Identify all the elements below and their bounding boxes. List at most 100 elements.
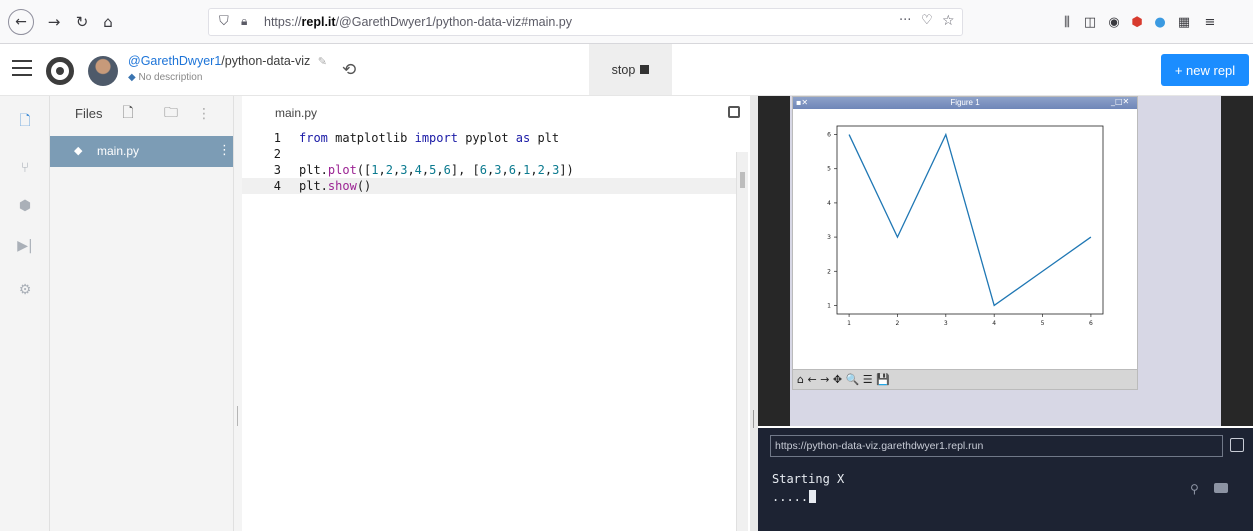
console-pane[interactable]: https://python-data-viz.garethdwyer1.rep… — [758, 428, 1253, 531]
packages-icon[interactable]: ⬢ — [17, 198, 33, 214]
code-token: 2 — [537, 163, 545, 177]
code-token: plt. — [299, 179, 328, 193]
code-area[interactable]: 1 from matplotlib import pyplot as plt 2 3 p… — [242, 130, 736, 531]
scroll-thumb[interactable] — [740, 172, 745, 188]
y-tick-label: 5 — [827, 166, 831, 173]
code-token: import — [414, 131, 458, 145]
file-item-main-py[interactable]: ◆ main.py ⋮ — [50, 136, 233, 167]
pane-splitter[interactable] — [750, 96, 758, 531]
url-text[interactable]: https://repl.it/@GarethDwyer1/python-dat… — [264, 15, 572, 29]
menu-icon[interactable]: ≡ — [1200, 12, 1220, 32]
code-text: plt.show() — [299, 178, 371, 194]
code-token: 6 — [508, 163, 516, 177]
edit-pencil-icon[interactable]: ✎ — [318, 56, 327, 68]
pane-splitter[interactable] — [234, 96, 242, 531]
webview-url[interactable]: https://python-data-viz.garethdwyer1.rep… — [770, 435, 1223, 457]
browser-toolbar: ← → ↻ ⌂ ⛉ 🔒︎ https://repl.it/@GarethDwye… — [0, 0, 1253, 44]
add-file-icon[interactable]: 🗋︎ — [119, 105, 137, 123]
code-token: 1 — [371, 163, 379, 177]
stop-button[interactable]: stop — [589, 44, 672, 95]
file-name: main.py — [97, 144, 140, 158]
extension-icon[interactable]: ● — [1150, 12, 1170, 32]
pocket-icon[interactable]: ♡ — [921, 13, 933, 28]
code-line[interactable]: 1 from matplotlib import pyplot as plt — [242, 130, 736, 146]
line-number: 3 — [273, 163, 281, 177]
stop-label: stop — [611, 62, 636, 77]
code-token: pyplot — [457, 131, 516, 145]
code-editor[interactable]: main.py 1 from matplotlib import pyplot a… — [242, 96, 750, 531]
settings-gear-icon[interactable]: ⚙ — [17, 282, 33, 298]
clear-console-icon[interactable] — [1214, 483, 1228, 493]
y-tick-label: 6 — [827, 132, 831, 139]
code-token: , — [530, 163, 538, 177]
avatar[interactable] — [88, 56, 118, 86]
files-more-icon[interactable]: ⋮ — [195, 105, 213, 123]
code-token: 2 — [385, 163, 393, 177]
debugger-icon[interactable]: ▶| — [17, 238, 33, 254]
version-control-icon[interactable]: ⑂ — [17, 160, 33, 176]
page-actions-icon[interactable]: ··· — [899, 13, 911, 28]
figure-toolbar[interactable]: ⌂ ← → ✥ 🔍 ☰ 💾 — [793, 369, 1137, 389]
add-folder-icon[interactable]: 🗀︎ — [162, 105, 180, 123]
x-tick-label: 5 — [1041, 320, 1045, 327]
stop-square-icon — [640, 65, 650, 74]
history-icon[interactable]: ⟲ — [342, 60, 362, 80]
python-icon: ◆ — [128, 72, 136, 83]
replit-logo[interactable] — [46, 57, 74, 85]
x-tick-label: 4 — [992, 320, 996, 327]
code-token: plt. — [299, 163, 328, 177]
search-icon[interactable]: ⚲ — [1190, 482, 1199, 496]
app-header: @GarethDwyer1/python-data-viz ✎ ◆ No des… — [0, 44, 1253, 96]
x-tick-label: 3 — [944, 320, 948, 327]
output-display[interactable]: ▪✕ Figure 1 _□✕ 1 2 3 4 5 6 1 2 3 4 5 6 ⌂ ← → ✥ 🔍 ☰… — [758, 96, 1253, 426]
code-line[interactable]: 2 — [242, 146, 736, 162]
code-line[interactable]: 4 plt.show() — [242, 178, 736, 194]
repl-owner-link[interactable]: @GarethDwyer1 — [128, 54, 221, 68]
code-token: plot — [327, 163, 357, 177]
home-icon[interactable]: ⌂ — [96, 10, 120, 34]
line-number: 4 — [273, 179, 281, 193]
code-token: ], [ — [450, 163, 480, 177]
x-tick-label: 6 — [1089, 320, 1093, 327]
forward-arrow-icon[interactable]: → — [42, 10, 66, 34]
line-number: 1 — [273, 131, 281, 145]
figure-window[interactable]: ▪✕ Figure 1 _□✕ 1 2 3 4 5 6 1 2 3 4 5 6 ⌂ ← → ✥ 🔍 ☰… — [792, 96, 1138, 390]
url-bar[interactable]: ⛉ 🔒︎ https://repl.it/@GarethDwyer1/pytho… — [208, 8, 963, 36]
files-icon[interactable]: 🗋︎ — [17, 113, 33, 130]
new-repl-button[interactable]: + new repl — [1161, 54, 1249, 86]
code-token: () — [356, 179, 372, 193]
ublock-icon[interactable]: ⬢ — [1127, 12, 1147, 32]
editor-scrollbar[interactable] — [736, 152, 748, 531]
code-token: matplotlib — [327, 131, 415, 145]
repl-name[interactable]: /python-data-viz — [221, 54, 310, 68]
sidebar-icon[interactable]: ◫ — [1080, 12, 1100, 32]
code-token: , — [407, 163, 415, 177]
code-token: ([ — [356, 163, 372, 177]
window-controls-icon[interactable]: _□✕ — [1111, 97, 1129, 106]
bookmark-star-icon[interactable]: ☆ — [942, 13, 955, 29]
code-token: , — [378, 163, 386, 177]
back-arrow-icon[interactable]: ← — [8, 9, 34, 35]
file-menu-icon[interactable]: ⋮ — [218, 143, 231, 158]
editor-tab[interactable]: main.py — [275, 106, 317, 120]
code-token: , — [544, 163, 553, 177]
reload-icon[interactable]: ↻ — [70, 10, 94, 34]
open-in-new-tab-icon[interactable] — [1230, 438, 1244, 452]
hamburger-menu-icon[interactable] — [12, 60, 34, 78]
code-line[interactable]: 3 plt.plot([1,2,3,4,5,6], [6,3,6,1,2,3]) — [242, 162, 736, 178]
display-background — [1221, 96, 1253, 426]
extensions-grid-icon[interactable]: ▦ — [1174, 12, 1194, 32]
account-icon[interactable]: ◉ — [1104, 12, 1124, 32]
line-chart: 1 2 3 4 5 6 1 2 3 4 5 6 — [827, 125, 1104, 327]
code-token: , — [436, 163, 444, 177]
figure-titlebar[interactable]: ▪✕ Figure 1 _□✕ — [793, 97, 1137, 109]
url-prefix: https:// — [264, 15, 302, 29]
code-token: 6 — [443, 163, 451, 177]
url-path: /@GarethDwyer1/python-data-viz#main.py — [335, 15, 572, 29]
repl-description[interactable]: ◆ No description — [128, 72, 202, 83]
library-icon[interactable]: ⫼ — [1057, 12, 1077, 32]
y-tick-label: 1 — [827, 302, 831, 309]
code-text: from matplotlib import pyplot as plt — [299, 130, 559, 146]
code-token: show — [327, 179, 357, 193]
editor-format-icon[interactable] — [728, 106, 740, 118]
